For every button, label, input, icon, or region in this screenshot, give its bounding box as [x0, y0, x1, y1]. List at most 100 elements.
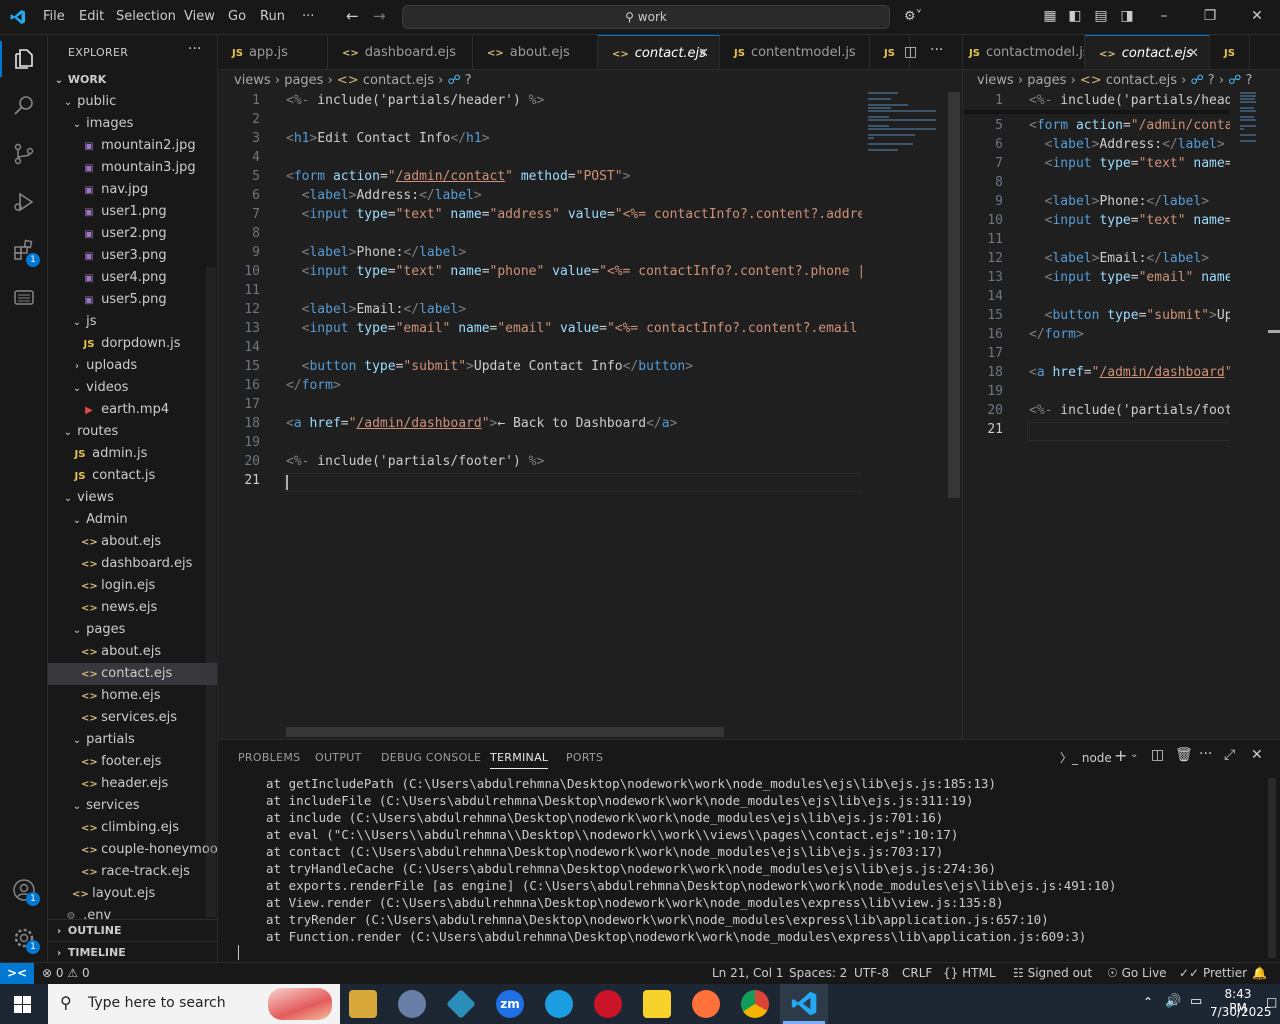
menu-go[interactable]: Go — [228, 9, 246, 24]
breadcrumb-pages[interactable]: pages — [284, 73, 323, 88]
search-icon[interactable] — [12, 94, 36, 118]
left-vertical-scrollbar[interactable] — [948, 92, 960, 498]
terminal-shell-selector[interactable]: 〉_ node — [1060, 749, 1112, 766]
breadcrumb-symbol[interactable]: ? — [1208, 73, 1215, 88]
right-minimap[interactable] — [1238, 92, 1270, 142]
end-of-line[interactable]: CRLF — [902, 966, 932, 980]
file-item[interactable]: ▣ user1.png — [48, 201, 217, 223]
back-arrow-icon[interactable]: ← — [346, 7, 359, 25]
customize-layout-icon[interactable]: ▦ — [1041, 8, 1059, 26]
vscode-taskbar-icon[interactable] — [791, 990, 818, 1017]
breadcrumb-symbol[interactable]: ? — [465, 73, 472, 88]
file-item[interactable]: <> login.ejs — [48, 575, 217, 597]
forward-arrow-icon[interactable]: → — [373, 7, 386, 25]
folder-item[interactable]: ⌄ images — [48, 113, 217, 135]
split-editor-icon[interactable]: ◫ — [904, 44, 917, 60]
remote-explorer-icon[interactable] — [12, 286, 36, 310]
folder-item[interactable]: ⌄ js — [48, 311, 217, 333]
left-code-editor[interactable]: 1 <%- include('partials/header') %> 2 3 <h1>… — [218, 92, 862, 727]
source-control-icon[interactable] — [12, 142, 36, 166]
clock-date[interactable]: 7/30/2025 — [1210, 1005, 1272, 1019]
split-terminal-icon[interactable]: ◫ — [1151, 747, 1164, 763]
menu-run[interactable]: Run — [260, 9, 285, 24]
close-panel-icon[interactable]: ✕ — [1251, 747, 1263, 763]
menu-more[interactable]: ··· — [302, 9, 314, 24]
folder-item[interactable]: ⌄ views — [48, 487, 217, 509]
copilot-icon[interactable]: ⚙˅ — [904, 9, 922, 24]
file-item[interactable]: <> header.ejs — [48, 773, 217, 795]
windows-start-icon[interactable] — [14, 996, 31, 1013]
cloud-app-icon[interactable] — [398, 990, 426, 1018]
breadcrumb-pages[interactable]: pages — [1027, 73, 1066, 88]
editor-tab[interactable]: <> contact.ejs ✕ — [1085, 35, 1210, 69]
file-item[interactable]: <> home.ejs — [48, 685, 217, 707]
maximize-panel-icon[interactable]: ⤢ — [1224, 747, 1235, 763]
menu-file[interactable]: File — [43, 9, 65, 24]
breadcrumb-symbol-2[interactable]: ? — [1245, 73, 1252, 88]
menu-view[interactable]: View — [184, 9, 215, 24]
editor-tab[interactable]: <> about.ejs — [473, 35, 598, 69]
file-item[interactable]: JS admin.js — [48, 443, 217, 465]
file-item[interactable]: <> couple-honeymoo... — [48, 839, 217, 861]
speaker-icon[interactable]: 🔊 — [1165, 994, 1181, 1009]
right-code-editor[interactable]: 1 <%- include('partials/heade 5 <form actio… — [963, 92, 1230, 732]
editor-tab[interactable]: JS app.js — [218, 35, 328, 69]
explorer-scrollbar[interactable] — [206, 267, 216, 917]
language-mode[interactable]: {} HTML — [943, 966, 996, 980]
problems-indicator[interactable]: ⊗ 0 ⚠ 0 — [42, 966, 90, 980]
tab-debug-console[interactable]: DEBUG CONSOLE — [381, 751, 481, 764]
menu-selection[interactable]: Selection — [116, 9, 176, 24]
toggle-secondary-sidebar-icon[interactable]: ◨ — [1118, 8, 1136, 26]
folder-item[interactable]: ⌄ services — [48, 795, 217, 817]
explorer-icon[interactable] — [12, 47, 36, 71]
new-terminal-icon[interactable]: + — [1114, 746, 1127, 765]
tab-ports[interactable]: PORTS — [566, 751, 603, 764]
outline-section[interactable]: › OUTLINE — [48, 919, 217, 941]
folder-item[interactable]: ⌄ partials — [48, 729, 217, 751]
editor-tab[interactable]: JS — [1210, 35, 1250, 69]
menu-edit[interactable]: Edit — [79, 9, 104, 24]
tab-problems[interactable]: PROBLEMS — [238, 751, 300, 764]
taskbar-search-box[interactable]: ⚲ Type here to search — [48, 984, 340, 1024]
breadcrumb-file[interactable]: contact.ejs — [1106, 73, 1177, 88]
file-item[interactable]: ▣ mountain3.jpg — [48, 157, 217, 179]
restore-icon[interactable]: ❐ — [1201, 8, 1219, 26]
file-explorer-icon[interactable] — [349, 990, 377, 1018]
close-tab-icon[interactable]: ✕ — [698, 36, 709, 69]
folder-item[interactable]: ⌄ routes — [48, 421, 217, 443]
breadcrumb-file[interactable]: contact.ejs — [363, 73, 434, 88]
folder-item[interactable]: › uploads — [48, 355, 217, 377]
encoding[interactable]: UTF-8 — [854, 966, 889, 980]
file-item[interactable]: ▣ nav.jpg — [48, 179, 217, 201]
remote-indicator[interactable]: >< — [0, 963, 34, 985]
sticky-notes-icon[interactable] — [643, 990, 671, 1018]
chevron-down-icon[interactable]: ⌄ — [1130, 749, 1138, 760]
go-live-button[interactable]: ☉ Go Live — [1107, 966, 1167, 980]
file-item[interactable]: <> footer.ejs — [48, 751, 217, 773]
notifications-bell-icon[interactable]: 🔔 — [1252, 966, 1267, 980]
file-item[interactable]: ▣ mountain2.jpg — [48, 135, 217, 157]
file-item[interactable]: <> climbing.ejs — [48, 817, 217, 839]
folder-item[interactable]: ⌄ Admin — [48, 509, 217, 531]
breadcrumb-views[interactable]: views — [977, 73, 1014, 88]
diamond-app-icon[interactable] — [446, 989, 476, 1019]
file-item[interactable]: <> about.ejs — [48, 531, 217, 553]
file-item[interactable]: ▣ user4.png — [48, 267, 217, 289]
edge-icon[interactable] — [545, 990, 573, 1018]
toggle-primary-sidebar-icon[interactable]: ◧ — [1066, 8, 1084, 26]
close-window-icon[interactable]: ✕ — [1248, 8, 1266, 26]
file-item[interactable]: <> race-track.ejs — [48, 861, 217, 883]
indentation[interactable]: Spaces: 2 — [789, 966, 847, 980]
minimize-icon[interactable]: – — [1155, 8, 1173, 26]
editor-more-icon[interactable]: ··· — [930, 42, 943, 58]
command-center-search[interactable]: ⚲ work — [402, 5, 890, 29]
file-item[interactable]: <> contact.ejs — [48, 663, 217, 685]
file-item[interactable]: ▶ earth.mp4 — [48, 399, 217, 421]
breadcrumb-views[interactable]: views — [234, 73, 271, 88]
file-item[interactable]: ▣ user3.png — [48, 245, 217, 267]
network-icon[interactable]: ▭ — [1190, 994, 1202, 1009]
file-item[interactable]: JS contact.js — [48, 465, 217, 487]
file-item[interactable]: JS dorpdown.js — [48, 333, 217, 355]
close-tab-icon[interactable]: ✕ — [1188, 36, 1199, 69]
zoom-icon[interactable]: zm — [496, 990, 524, 1018]
